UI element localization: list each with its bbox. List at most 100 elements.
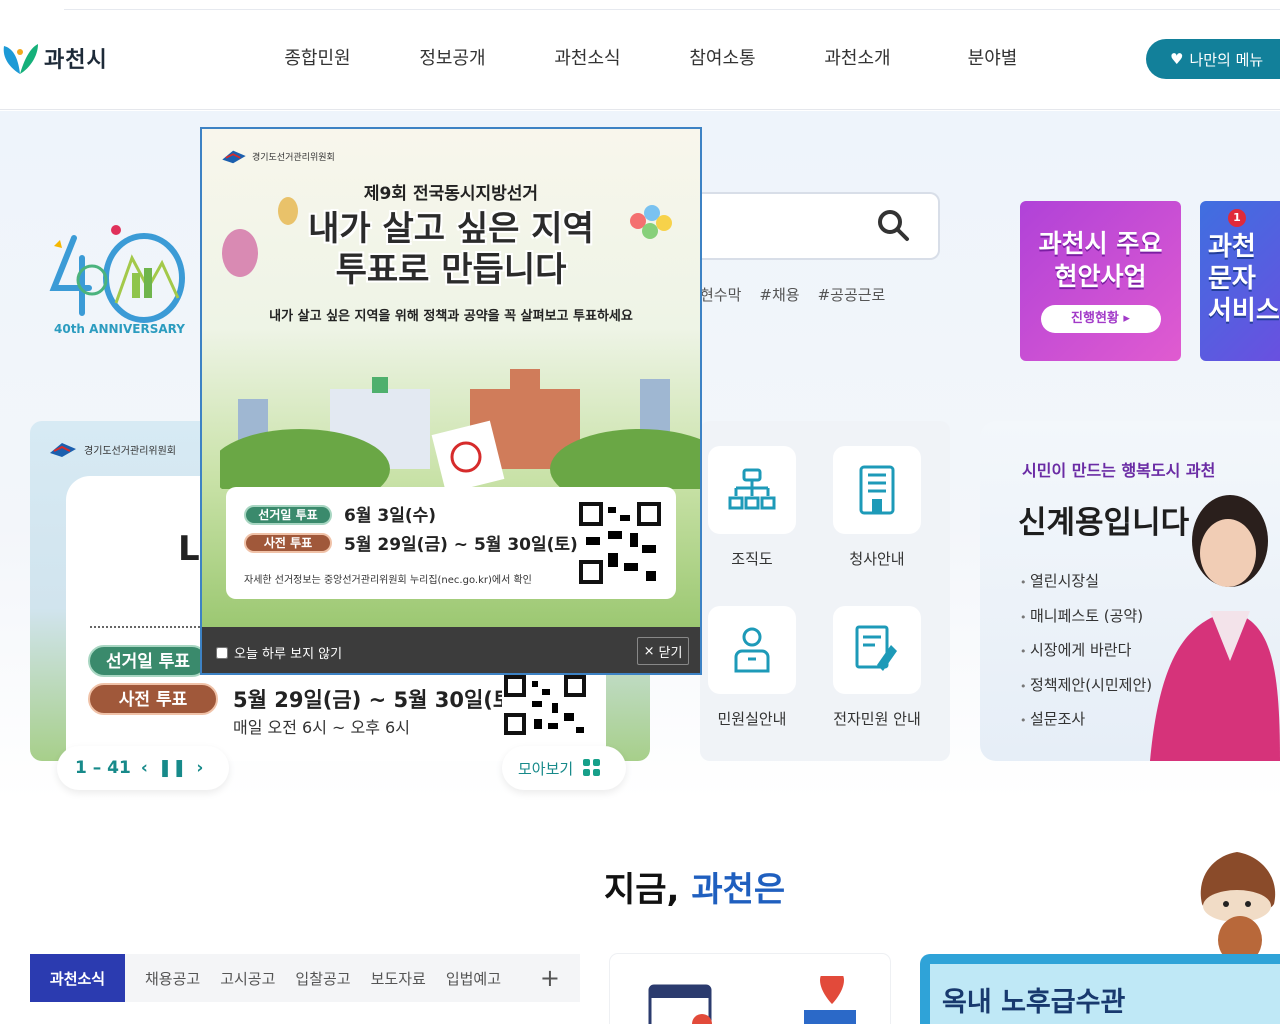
- popup-dates-card: 선거일 투표 사전 투표 6월 3일(수) 5월 29일(금) ~ 5월 30일…: [226, 487, 676, 599]
- nav-item-info[interactable]: 정보공개: [385, 44, 520, 70]
- quick-link-label: 청사안내: [849, 550, 905, 568]
- search-icon[interactable]: [876, 208, 910, 242]
- promo2-line1: 과천: [1208, 232, 1256, 262]
- dont-show-today-checkbox[interactable]: 오늘 하루 보지 않기: [216, 643, 342, 662]
- mayor-panel: 시민이 만드는 행복도시 과천 신계용입니다 열린시장실 매니페스토 (공약) …: [980, 421, 1280, 761]
- popup-early-voting-date: 5월 29일(금) ~ 5월 30일(토): [344, 535, 578, 555]
- notice-title: 옥내 노후급수관: [942, 987, 1126, 1018]
- slider-org: 경기도선거관리위원회: [48, 439, 176, 459]
- mayor-link-manifesto[interactable]: 매니페스토 (공약): [1020, 600, 1152, 635]
- mayor-links: 열린시장실 매니페스토 (공약) 시장에게 바란다 정책제안(시민제안) 설문조…: [1020, 565, 1152, 738]
- tab-hiring[interactable]: 채용공고: [145, 968, 200, 989]
- my-menu-button[interactable]: ♥ 나만의 메뉴: [1146, 39, 1280, 79]
- news-tabs: 과천소식 채용공고 고시공고 입찰공고 보도자료 입법예고 +: [30, 954, 580, 1002]
- mayor-link-proposal[interactable]: 정책제안(시민제안): [1020, 669, 1152, 704]
- promo2-line2: 문자: [1208, 264, 1256, 294]
- popup-headline: 내가 살고 싶은 지역 투표로 만듭니다: [308, 209, 594, 290]
- qr-code-icon: [502, 673, 588, 737]
- quick-link-building[interactable]: 청사안내: [817, 446, 937, 569]
- quick-link-org-chart[interactable]: 조직도: [692, 446, 812, 569]
- main-nav: 종합민원 정보공개 과천소식 참여소통 과천소개 분야별: [250, 44, 1060, 70]
- quick-link-label: 조직도: [731, 550, 773, 568]
- election-commission-logo-icon: [50, 443, 76, 457]
- grid-icon: [583, 759, 601, 776]
- popup-election-date: 6월 3일(수): [344, 506, 437, 526]
- site-logo[interactable]: 과천시: [0, 38, 108, 78]
- quick-link-e-civil[interactable]: 전자민원 안내: [817, 606, 937, 729]
- quick-link-civil-office[interactable]: 민원실안내: [692, 606, 812, 729]
- tag-public-work[interactable]: #공공근로: [818, 284, 886, 305]
- schedule-card[interactable]: [610, 954, 890, 1024]
- mayor-photo: [1150, 495, 1280, 761]
- popular-tags: 현수막 #채용 #공공근로: [700, 284, 885, 305]
- tab-press[interactable]: 보도자료: [371, 968, 426, 989]
- election-popup: 경기도선거관리위원회 제9회 전국동시지방선거 내가 살고 싶은 지역 투표로 …: [200, 127, 702, 675]
- slide-counter: 1 – 41: [75, 758, 131, 778]
- view-all-label: 모아보기: [518, 759, 574, 778]
- person-desk-icon: [734, 627, 770, 673]
- popup-election-day-pill: 선거일 투표: [244, 505, 332, 525]
- mayor-link-office[interactable]: 열린시장실: [1020, 565, 1152, 600]
- map-pin-icon: [804, 976, 856, 1024]
- popup-info: 자세한 선거정보는 중앙선거관리위원회 누리집(nec.go.kr)에서 확인: [244, 575, 532, 586]
- mayor-link-survey[interactable]: 설문조사: [1020, 703, 1152, 738]
- logo-text: 과천시: [44, 48, 108, 73]
- butterfly-logo-icon: [3, 44, 38, 74]
- quick-link-label: 민원실안내: [717, 710, 787, 728]
- quick-link-label: 전자민원 안내: [833, 710, 921, 728]
- tag-banner[interactable]: 현수막: [700, 284, 741, 305]
- voting-hours: 매일 오전 6시 ~ 오후 6시: [233, 718, 410, 737]
- dont-show-label: 오늘 하루 보지 않기: [234, 647, 343, 662]
- promo-sms-service[interactable]: 1 과천 문자 서비스: [1200, 201, 1280, 361]
- slider-heading-fragment: L: [178, 529, 200, 569]
- my-menu-label: 나만의 메뉴: [1189, 50, 1264, 69]
- tab-legislation[interactable]: 입법예고: [446, 968, 501, 989]
- dont-show-checkbox-input[interactable]: [216, 646, 228, 659]
- close-label: 닫기: [658, 645, 683, 661]
- document-pen-icon: [855, 625, 897, 671]
- nav-item-news[interactable]: 과천소식: [520, 44, 655, 70]
- close-icon: ×: [643, 643, 655, 659]
- promo-major-projects[interactable]: 과천시 주요 현안사업 진행현황 ▸: [1020, 201, 1181, 361]
- pause-icon[interactable]: ❚❚: [158, 758, 187, 778]
- promo-title-line2: 현안사업: [1054, 262, 1147, 291]
- mayor-link-request[interactable]: 시장에게 바란다: [1020, 634, 1152, 669]
- section-title: 지금, 과천은: [604, 870, 786, 910]
- election-day-pill: 선거일 투표: [88, 645, 208, 677]
- popup-close-button[interactable]: × 닫기: [637, 637, 689, 665]
- promo-title-line1: 과천시 주요: [1038, 229, 1163, 258]
- next-slide-icon[interactable]: ›: [196, 758, 203, 778]
- org-chart-icon: [728, 468, 776, 510]
- nav-item-about[interactable]: 과천소개: [790, 44, 925, 70]
- view-all-button[interactable]: 모아보기: [502, 746, 626, 790]
- progress-status-button[interactable]: 진행현황 ▸: [1040, 305, 1161, 333]
- tab-bids[interactable]: 입찰공고: [295, 968, 350, 989]
- notification-badge: 1: [1228, 209, 1246, 227]
- popup-org: 경기도선거관리위원회: [220, 147, 335, 165]
- qr-code-icon: [578, 501, 662, 585]
- popup-description: 내가 살고 싶은 지역을 위해 정책과 공약을 꼭 살펴보고 투표하세요: [269, 309, 633, 324]
- heart-icon: ♥: [1170, 50, 1184, 68]
- more-plus-icon[interactable]: +: [540, 964, 560, 992]
- early-voting-pill: 사전 투표: [88, 683, 218, 715]
- calendar-icon: [648, 984, 712, 1024]
- tab-gwacheon-news[interactable]: 과천소식: [30, 954, 125, 1002]
- popup-subtitle: 제9회 전국동시지방선거: [363, 184, 539, 204]
- tag-hiring[interactable]: #채용: [759, 284, 799, 305]
- slider-controls: 1 – 41 ‹ ❚❚ ›: [57, 746, 229, 790]
- utility-strip: [64, 0, 1280, 10]
- popup-early-voting-pill: 사전 투표: [244, 533, 332, 553]
- chestnut-mascot-icon: [1200, 852, 1276, 964]
- promo2-line3: 서비스: [1208, 296, 1280, 326]
- building-icon: [859, 465, 895, 515]
- nav-item-participation[interactable]: 참여소통: [655, 44, 790, 70]
- notice-banner[interactable]: 옥내 노후급수관: [920, 954, 1280, 1024]
- anniversary-label: 40th ANNIVERSARY: [54, 322, 185, 336]
- election-commission-logo-icon: [222, 150, 246, 164]
- nav-item-civil[interactable]: 종합민원: [250, 44, 385, 70]
- prev-slide-icon[interactable]: ‹: [141, 758, 148, 778]
- popup-artwork: 경기도선거관리위원회 제9회 전국동시지방선거 내가 살고 싶은 지역 투표로 …: [202, 129, 700, 627]
- popup-footer: 오늘 하루 보지 않기 × 닫기: [202, 627, 700, 673]
- nav-item-fields[interactable]: 분야별: [925, 44, 1060, 70]
- tab-notices[interactable]: 고시공고: [220, 968, 275, 989]
